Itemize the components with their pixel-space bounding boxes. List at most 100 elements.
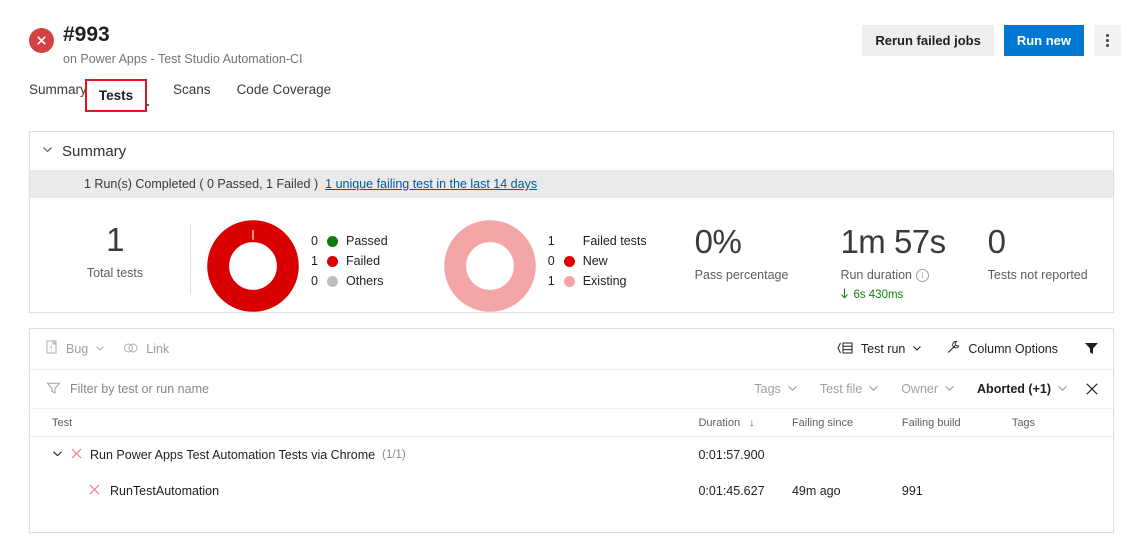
search-input[interactable]: Filter by test or run name (46, 381, 209, 398)
column-options-button[interactable]: Column Options (946, 340, 1058, 358)
chevron-down-icon (944, 382, 955, 396)
sort-arrow-down-icon: ↓ (749, 417, 755, 429)
tab-tests[interactable]: Tests (100, 82, 160, 106)
test-group-failing-build (902, 437, 1012, 474)
column-header-failing-build[interactable]: Failing build (901, 409, 1012, 437)
filter-toggle-button[interactable] (1084, 341, 1099, 358)
summary-status-bar: 1 Run(s) Completed ( 0 Passed, 1 Failed … (30, 170, 1113, 198)
failed-tests-count: 1 (547, 234, 555, 248)
legend-new-label: New (582, 254, 608, 268)
tab-scans[interactable]: Scans (160, 82, 224, 106)
metric-total-tests: 1 Total tests (30, 220, 190, 280)
test-case-name: RunTestAutomation (110, 484, 220, 498)
legend-others-label: Others (346, 274, 384, 288)
legend-row-others: 0 Others (311, 274, 388, 288)
failed-tests-label: Failed tests (582, 234, 647, 248)
test-case-duration: 0:01:45.627 (698, 484, 765, 498)
legend-passed-label: Passed (346, 234, 388, 248)
table-row[interactable]: RunTestAutomation 0:01:45.627 49m ago 99… (30, 473, 1113, 509)
metric-divider (190, 224, 191, 294)
column-header-tags[interactable]: Tags (1011, 409, 1113, 437)
legend-failed-count: 1 (311, 254, 318, 268)
pass-percentage-value: 0% (694, 223, 742, 260)
funnel-filled-icon (1084, 341, 1099, 358)
blank-dot-icon (564, 236, 575, 247)
more-actions-button[interactable] (1094, 25, 1121, 56)
passed-dot-icon (327, 235, 338, 247)
group-by-icon (837, 341, 854, 358)
test-group-name: Run Power Apps Test Automation Tests via… (90, 448, 376, 462)
failed-dot-icon (327, 255, 338, 267)
legend-passed-count: 0 (311, 234, 318, 248)
clear-filters-button[interactable] (1085, 382, 1099, 396)
run-duration-trend: 6s 430ms (840, 288, 945, 302)
total-tests-label: Total tests (86, 266, 144, 280)
bug-button-label: Bug (66, 342, 89, 356)
tab-bar: Summary Tests Scans Code Coverage (29, 82, 344, 106)
test-group-count: (1/1) (382, 449, 406, 461)
test-run-label: Test run (860, 342, 906, 356)
tab-summary[interactable]: Summary (29, 82, 100, 106)
owner-filter-label: Owner (901, 382, 939, 396)
legend-new-count: 0 (547, 254, 555, 268)
legend-others-count: 0 (311, 274, 318, 288)
tab-code-coverage[interactable]: Code Coverage (224, 82, 345, 106)
wrench-icon (946, 340, 961, 358)
results-toolbar: Bug Link Test run Column Options (30, 329, 1113, 370)
others-dot-icon (327, 275, 338, 287)
failed-x-icon (88, 483, 101, 499)
link-button[interactable]: Link (123, 342, 169, 357)
summary-metrics: 1 Total tests 0 Passed 1 Failed 0 Others… (30, 198, 1113, 312)
metric-pass-percentage: 0% Pass percentage (695, 220, 789, 282)
arrow-down-icon (840, 288, 849, 302)
test-file-filter-label: Test file (819, 382, 863, 396)
link-button-label: Link (146, 342, 170, 356)
test-group-cell: Run Power Apps Test Automation Tests via… (52, 447, 698, 463)
total-tests-value: 1 (106, 221, 124, 258)
test-group-tags (1012, 437, 1113, 474)
test-group-duration: 0:01:57.900 (698, 448, 765, 462)
chevron-down-icon[interactable] (52, 448, 63, 462)
table-row[interactable]: Run Power Apps Test Automation Tests via… (30, 437, 1113, 474)
bug-button[interactable]: Bug (46, 339, 105, 358)
legend-row-passed: 0 Passed (311, 234, 388, 248)
tags-filter-dropdown[interactable]: Tags (743, 382, 808, 396)
rerun-failed-jobs-button[interactable]: Rerun failed jobs (862, 25, 994, 56)
test-results-card: Bug Link Test run Column Options Filter … (29, 328, 1114, 533)
test-file-filter-dropdown[interactable]: Test file (809, 382, 890, 396)
link-icon (123, 342, 139, 357)
summary-card: Summary 1 Run(s) Completed ( 0 Passed, 1… (29, 131, 1114, 313)
chevron-down-icon (868, 382, 879, 396)
legend-existing-count: 1 (547, 274, 555, 288)
test-group-failing-since (792, 437, 902, 474)
chevron-down-icon (1057, 382, 1068, 396)
column-header-test[interactable]: Test (30, 409, 699, 437)
column-header-failing-since[interactable]: Failing since (791, 409, 902, 437)
metric-run-duration: 1m 57s Run duration i 6s 430ms (840, 220, 946, 302)
legend-row-new: 0 New (548, 254, 647, 268)
info-icon[interactable]: i (916, 269, 930, 282)
run-status-text: 1 Run(s) Completed ( 0 Passed, 1 Failed … (84, 177, 319, 191)
page-title: #993 (63, 23, 110, 46)
owner-filter-dropdown[interactable]: Owner (890, 382, 966, 396)
run-new-button[interactable]: Run new (1003, 25, 1084, 56)
run-duration-trend-value: 6s 430ms (853, 289, 904, 301)
unique-failing-test-link[interactable]: 1 unique failing test in the last 14 day… (325, 177, 537, 191)
legend-row-existing: 1 Existing (548, 274, 647, 288)
test-run-groupby-button[interactable]: Test run (837, 341, 922, 358)
summary-header[interactable]: Summary (30, 132, 1113, 170)
failed-x-icon (70, 447, 83, 463)
test-case-tags (1012, 473, 1113, 509)
run-duration-label: Run duration i (840, 268, 945, 282)
outcome-filter-dropdown[interactable]: Aborted (+1) (966, 382, 1079, 396)
kebab-icon (1106, 34, 1109, 47)
outcome-donut-group: 0 Passed 1 Failed 0 Others (207, 220, 388, 317)
test-results-page: #993 on Power Apps - Test Studio Automat… (0, 0, 1139, 550)
failed-legend: 1 Failed tests 0 New 1 Existing (548, 220, 647, 288)
outcome-legend: 0 Passed 1 Failed 0 Others (311, 220, 388, 288)
header-actions: Rerun failed jobs Run new (862, 25, 1121, 56)
tags-filter-label: Tags (754, 382, 781, 396)
results-filter-bar: Filter by test or run name Tags Test fil… (30, 370, 1113, 409)
existing-dot-icon (563, 275, 575, 287)
column-header-duration[interactable]: Duration ↓ (698, 409, 792, 437)
